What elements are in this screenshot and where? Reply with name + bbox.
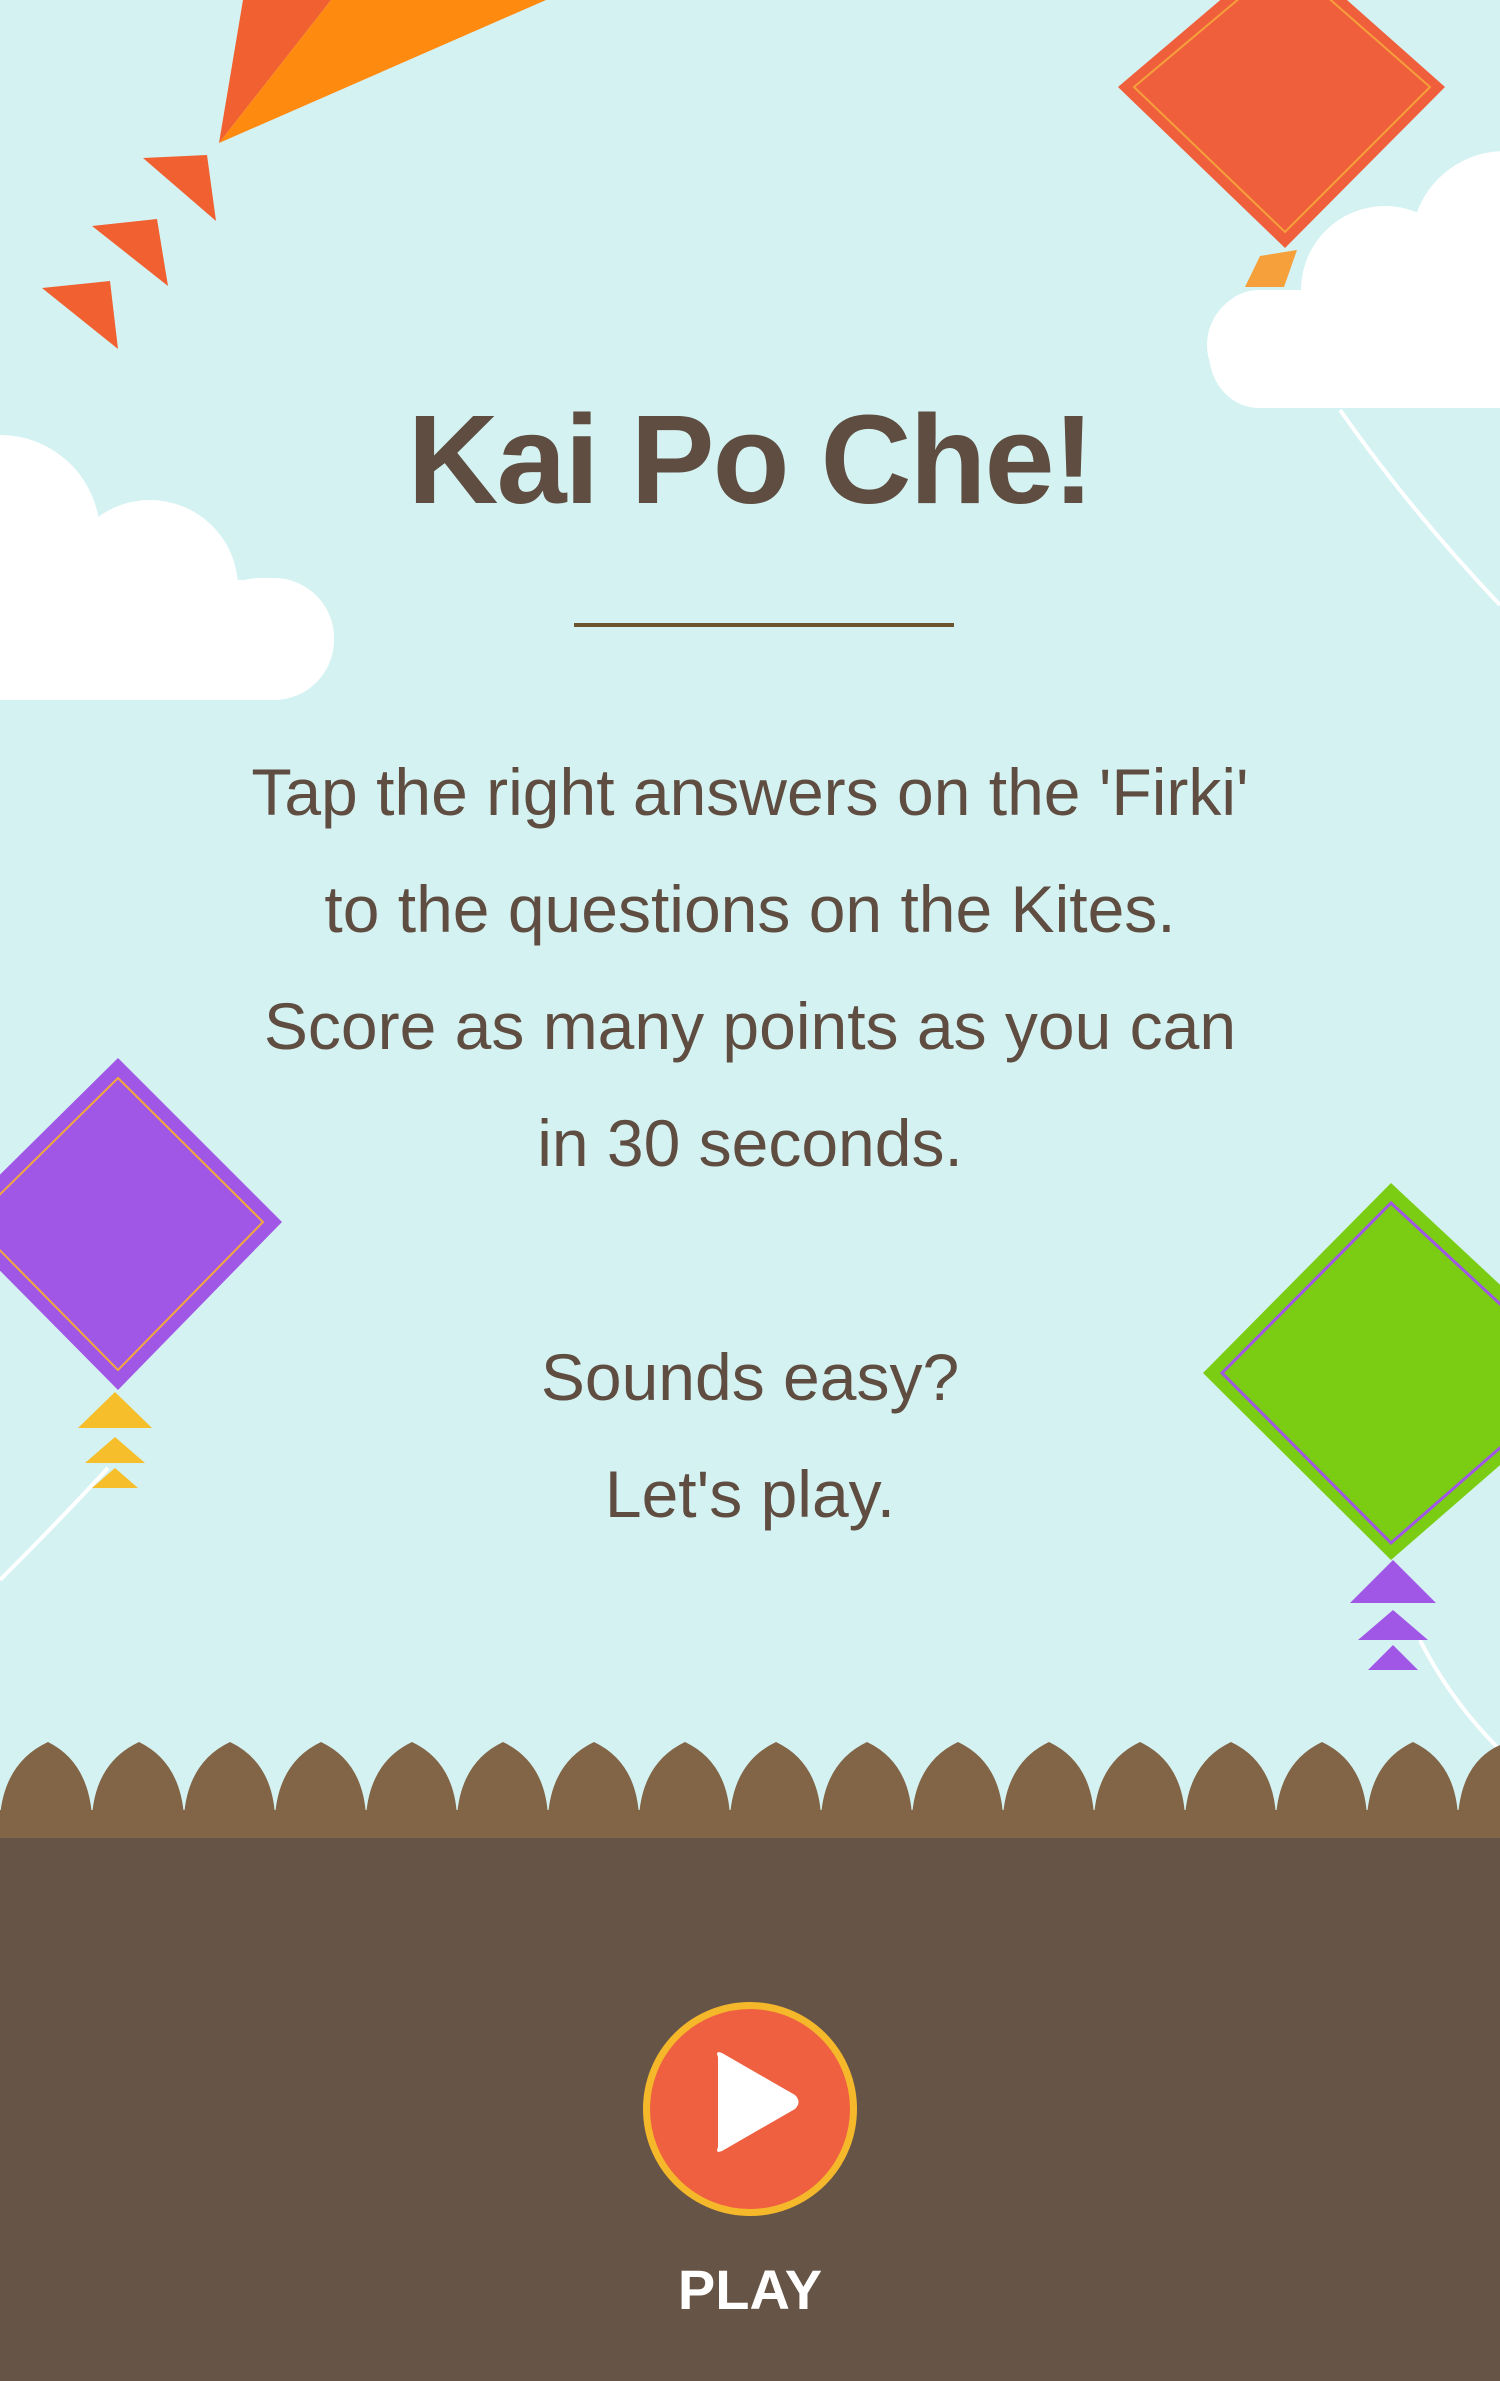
play-button[interactable] bbox=[643, 2002, 857, 2216]
kite-string-right bbox=[1418, 1639, 1500, 1752]
orange-kite-top-left bbox=[42, 0, 546, 349]
instruction-line: to the questions on the Kites. bbox=[324, 872, 1176, 946]
title-divider bbox=[574, 623, 954, 627]
fence bbox=[0, 1742, 1500, 1840]
instruction-line: Score as many points as you can bbox=[263, 989, 1237, 1063]
instruction-line: Tap the right answers on the 'Firki' bbox=[251, 755, 1249, 829]
instruction-line: in 30 seconds. bbox=[537, 1106, 963, 1180]
outro-line: Sounds easy? bbox=[540, 1340, 960, 1414]
game-start-screen: Kai Po Che! Tap the right answers on the… bbox=[0, 0, 1500, 2381]
play-icon bbox=[717, 2052, 799, 2152]
instructions-text: Tap the right answers on the 'Firki' to … bbox=[150, 734, 1350, 1553]
outro-line: Let's play. bbox=[604, 1457, 896, 1531]
game-title: Kai Po Che! bbox=[407, 389, 1094, 530]
play-label[interactable]: PLAY bbox=[0, 2250, 1500, 2330]
instruction-spacer bbox=[150, 1202, 1350, 1319]
kite-string-left bbox=[0, 1466, 110, 1582]
